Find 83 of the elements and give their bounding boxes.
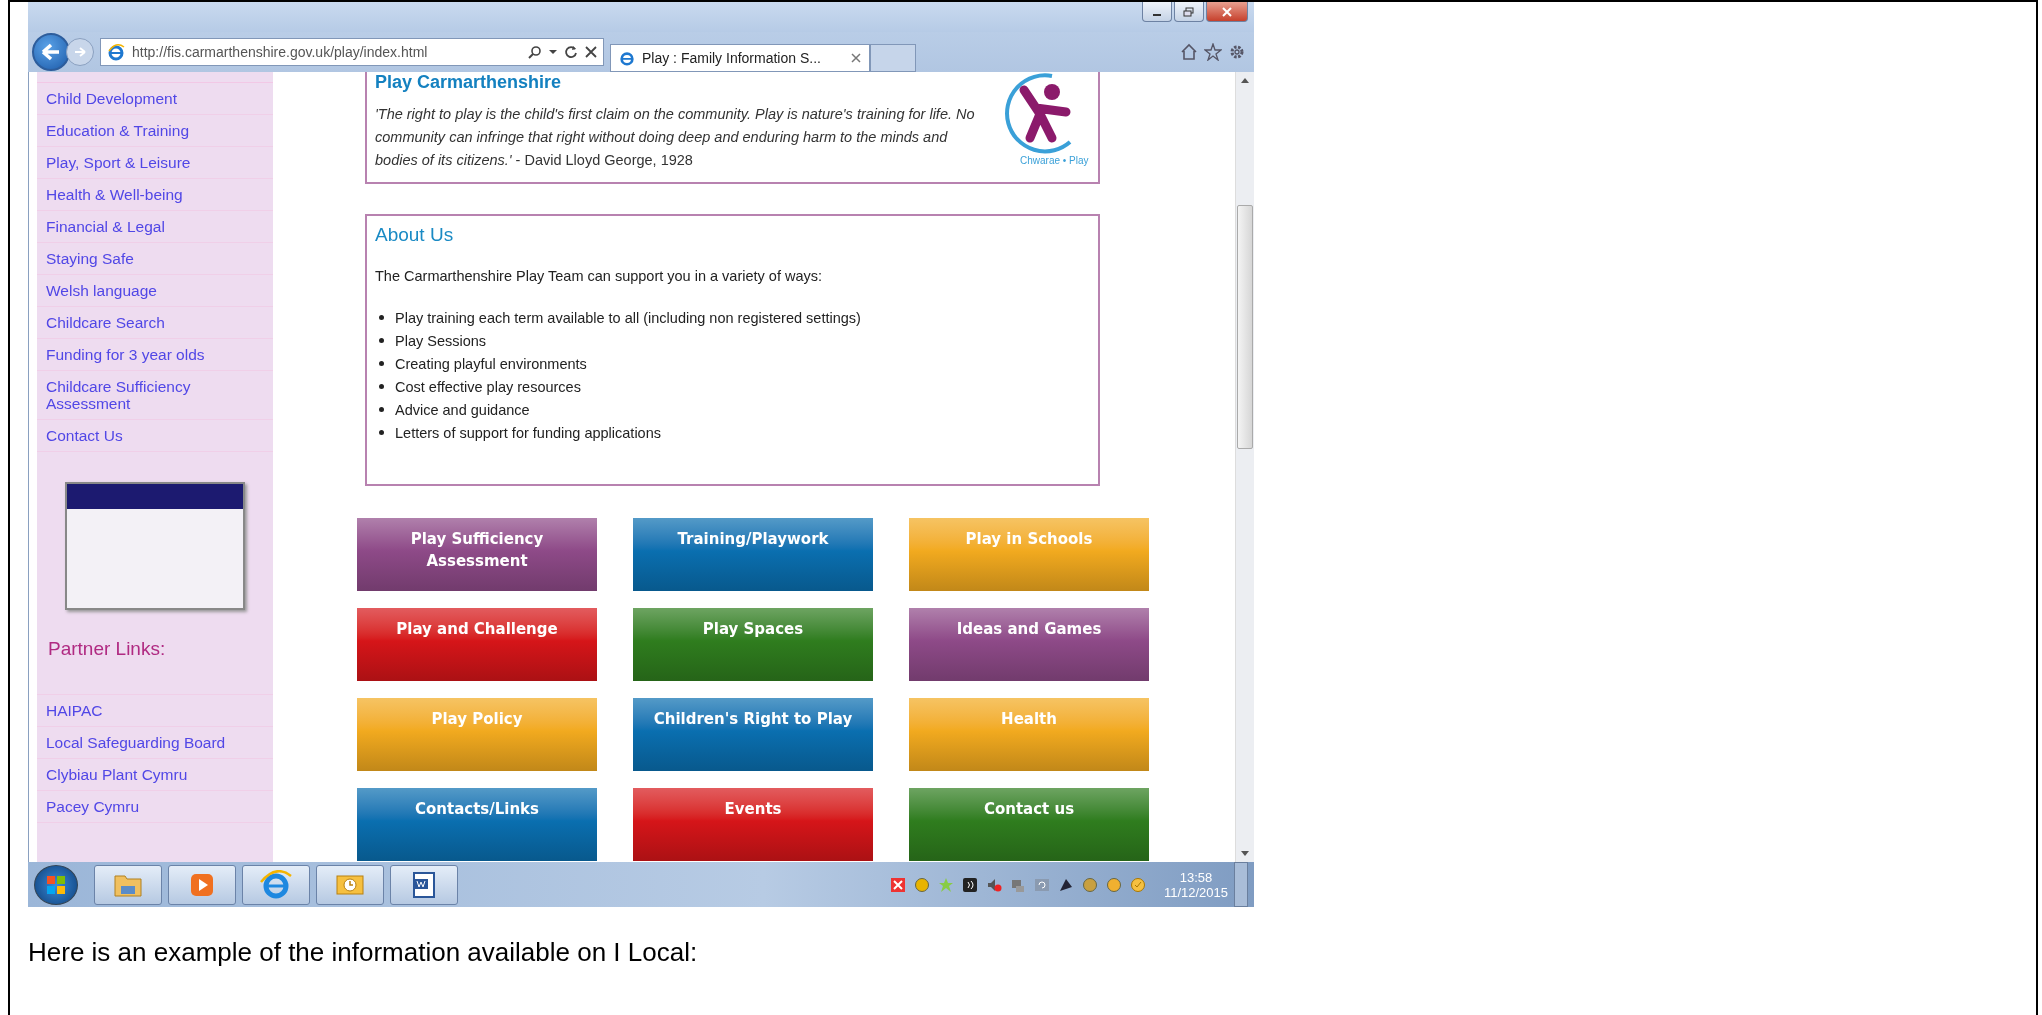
restore-icon	[1183, 6, 1195, 17]
logo-caption: Chwarae • Play	[1020, 155, 1089, 166]
taskbar-app-button[interactable]	[242, 864, 310, 905]
scrollbar[interactable]	[1235, 72, 1254, 862]
list-item: Cost effective play resources	[395, 378, 581, 395]
browser-icon	[107, 43, 125, 61]
clock-date[interactable]: 11/12/2015	[1163, 884, 1228, 900]
taskbar-app-button[interactable]	[168, 864, 236, 905]
back-button[interactable]	[32, 33, 70, 71]
bullet-icon	[379, 407, 384, 412]
start-button[interactable]	[34, 864, 78, 905]
minimize-icon	[1153, 13, 1161, 16]
list-item: Advice and guidance	[395, 401, 530, 418]
sidebar-link[interactable]: Welsh language	[37, 275, 273, 307]
partner-link[interactable]: Pacey Cymru	[37, 791, 273, 823]
page-heading: Play Carmarthenshire	[375, 72, 563, 93]
taskbar-app-button[interactable]	[390, 864, 458, 905]
close-icon[interactable]	[851, 53, 861, 63]
list-item: Letters of support for funding applications	[395, 424, 661, 441]
photo-placeholder[interactable]	[65, 482, 245, 610]
tile-button[interactable]: Contact us	[909, 788, 1149, 861]
sidebar-link[interactable]: Staying Safe	[37, 243, 273, 275]
browser-icon	[619, 50, 635, 66]
browser-tab[interactable]: Play : Family Information S...	[610, 44, 870, 72]
bullet-icon	[379, 430, 384, 435]
quote-paragraph: 'The right to play is the child's first claim on the community. Play is nature's training for life. No community can infringe that right without doing deep and enduring harm to the minds and bodies of its citizens.' - David Lloyd George, 1928	[375, 105, 976, 170]
list-item: Play Sessions	[395, 332, 487, 349]
tile-button[interactable]: Events	[633, 788, 873, 861]
play-icon	[189, 871, 215, 898]
sidebar-link[interactable]: Childcare Search	[37, 307, 273, 339]
tab-title: Play : Family Information S...	[642, 50, 822, 66]
sidebar-link[interactable]: Financial & Legal	[37, 211, 273, 243]
tile-button[interactable]: Children's Right to Play	[633, 698, 873, 771]
back-arrow-icon	[40, 42, 62, 62]
tile-button[interactable]: Training/Playwork	[633, 518, 873, 591]
star-icon[interactable]	[1204, 43, 1222, 61]
minimize-button[interactable]	[1142, 2, 1172, 22]
list-item: Creating playful environments	[395, 355, 587, 372]
home-icon[interactable]	[1180, 43, 1198, 61]
search-icon[interactable]	[528, 45, 542, 59]
forward-button[interactable]	[66, 38, 94, 66]
partner-links-heading: Partner Links:	[47, 637, 167, 661]
browser-icon	[259, 869, 293, 900]
sidebar-link[interactable]: Funding for 3 year olds	[37, 339, 273, 371]
document-icon	[411, 870, 437, 899]
forward-arrow-icon	[73, 46, 87, 58]
clock-time[interactable]: 13:58	[1179, 869, 1213, 885]
partner-link[interactable]: HAIPAC	[37, 695, 273, 727]
partner-link[interactable]: Clybiau Plant Cymru	[37, 759, 273, 791]
tile-button[interactable]: Contacts/Links	[357, 788, 597, 861]
taskbar-app-button[interactable]	[316, 864, 384, 905]
taskbar-app-button[interactable]	[94, 864, 162, 905]
close-icon	[1221, 6, 1233, 17]
refresh-icon[interactable]	[564, 45, 578, 59]
bullet-icon	[379, 338, 384, 343]
settings-icon[interactable]	[1228, 43, 1246, 61]
sidebar-link[interactable]: Education & Training	[37, 115, 273, 147]
sidebar-link[interactable]: Childcare Sufficiency Assessment	[37, 371, 273, 420]
close-button[interactable]	[1206, 2, 1248, 22]
dropdown-caret-icon[interactable]	[549, 49, 557, 55]
bullet-icon	[379, 361, 384, 366]
url-text: http://fis.carmarthenshire.gov.uk/play/index.html	[132, 44, 429, 60]
bullet-icon	[379, 384, 384, 389]
tile-button[interactable]: Play Sufficiency Assessment	[357, 518, 597, 591]
stop-icon[interactable]	[585, 46, 597, 58]
tile-button[interactable]: Play Spaces	[633, 608, 873, 681]
address-bar[interactable]: http://fis.carmarthenshire.gov.uk/play/index.html	[100, 38, 604, 66]
sidebar-link[interactable]: Child Development	[37, 83, 273, 115]
partner-link[interactable]: Local Safeguarding Board	[37, 727, 273, 759]
scrollbar-thumb[interactable]	[1237, 205, 1253, 449]
sidebar-link[interactable]: Health & Well-being	[37, 179, 273, 211]
tile-button[interactable]: Ideas and Games	[909, 608, 1149, 681]
caption-text: Here is an example of the information available on I Local:	[28, 937, 699, 968]
section-heading: About Us	[375, 224, 455, 246]
list-item: Play training each term available to all (including non registered settings)	[395, 309, 861, 326]
about-paragraph: The Carmarthenshire Play Team can support you in a variety of ways:	[375, 268, 824, 284]
scroll-up-icon[interactable]	[1241, 78, 1249, 83]
sidebar-link[interactable]: Contact Us	[37, 420, 273, 452]
tray-icon[interactable]	[961, 876, 978, 893]
sidebar-link[interactable]: Play, Sport & Leisure	[37, 147, 273, 179]
scroll-down-icon[interactable]	[1241, 851, 1249, 856]
bullet-icon	[379, 315, 384, 320]
tile-button[interactable]: Play and Challenge	[357, 608, 597, 681]
